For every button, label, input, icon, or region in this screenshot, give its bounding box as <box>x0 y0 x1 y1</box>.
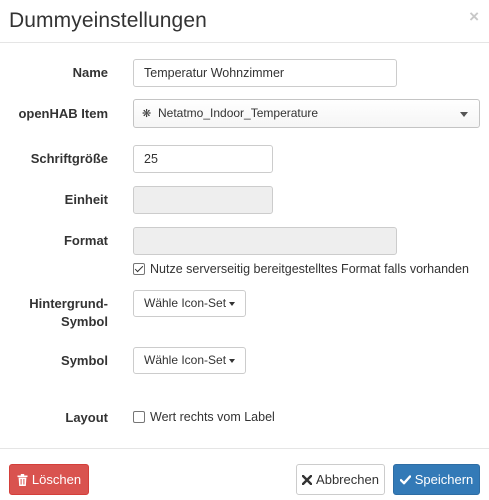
format-input[interactable] <box>133 227 397 255</box>
trash-icon <box>17 473 28 486</box>
dialog-title: Dummyeinstellungen <box>9 9 207 32</box>
bg-symbol-label: Hintergrund- Symbol <box>0 295 108 330</box>
chevron-down-icon <box>460 112 468 117</box>
asterisk-icon: ❋ <box>142 108 152 120</box>
layout-option-label: Wert rechts vom Label <box>150 410 275 424</box>
name-input[interactable]: Temperatur Wohnzimmer <box>133 59 397 87</box>
caret-down-icon <box>229 358 236 363</box>
checkmark-icon <box>399 474 411 484</box>
unit-label: Einheit <box>64 192 108 207</box>
dialog-footer: Löschen Abbrechen Speichern <box>0 448 489 500</box>
unit-input[interactable] <box>133 186 273 214</box>
use-server-format-checkbox[interactable] <box>133 263 145 275</box>
delete-label: Löschen <box>31 472 82 487</box>
bg-symbol-iconset-label: Wähle Icon-Set <box>144 296 227 310</box>
bg-symbol-label-line1: Hintergrund- <box>29 296 108 311</box>
use-server-format-option[interactable]: Nutze serverseitig bereitgestelltes Form… <box>133 261 473 277</box>
delete-button[interactable]: Löschen <box>9 464 89 495</box>
format-label: Format <box>63 233 108 248</box>
fontsize-input[interactable]: 25 <box>133 145 273 173</box>
caret-down-icon <box>229 301 236 306</box>
openhab-item-select[interactable]: ❋ Netatmo_Indoor_Temperature <box>133 99 480 128</box>
name-label: Name <box>72 65 108 80</box>
layout-checkbox[interactable] <box>133 411 145 423</box>
cancel-button[interactable]: Abbrechen <box>296 464 385 495</box>
settings-dialog: Dummyeinstellungen × Name Temperatur Woh… <box>0 0 489 500</box>
close-icon[interactable]: × <box>469 8 479 25</box>
layout-option[interactable]: Wert rechts vom Label <box>133 409 333 425</box>
bg-symbol-label-line2: Symbol <box>61 314 108 329</box>
close-icon <box>302 474 313 485</box>
openhab-item-label: openHAB Item <box>18 106 108 121</box>
symbol-iconset-label: Wähle Icon-Set <box>144 353 227 367</box>
layout-label: Layout <box>65 410 108 425</box>
save-label: Speichern <box>414 472 474 487</box>
cancel-label: Abbrechen <box>316 472 379 487</box>
dialog-header: Dummyeinstellungen × <box>0 0 489 43</box>
fontsize-label: Schriftgröße <box>30 151 108 166</box>
openhab-item-value: Netatmo_Indoor_Temperature <box>158 106 319 120</box>
save-button[interactable]: Speichern <box>393 464 480 495</box>
symbol-iconset-button[interactable]: Wähle Icon-Set <box>133 347 247 374</box>
use-server-format-label: Nutze serverseitig bereitgestelltes Form… <box>150 262 469 276</box>
symbol-label: Symbol <box>61 353 108 368</box>
bg-symbol-iconset-button[interactable]: Wähle Icon-Set <box>133 290 247 317</box>
